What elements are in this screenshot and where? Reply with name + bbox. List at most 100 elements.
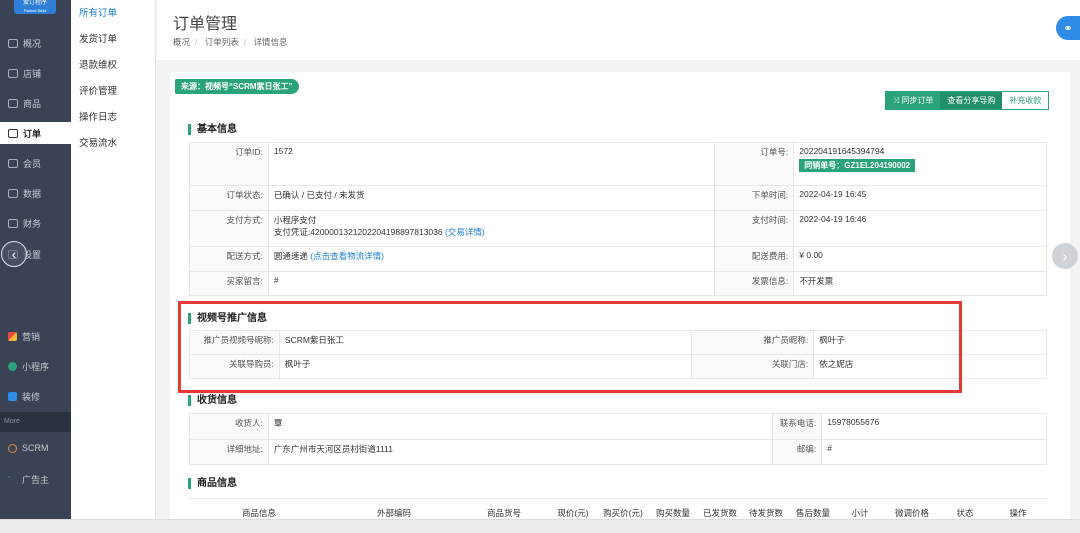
goods-col-adjust: 微调价格 — [883, 498, 941, 519]
goods-col-subtotal: 小计 — [837, 498, 883, 519]
zip-value: # — [821, 439, 1047, 465]
logistics-link[interactable]: (点击查看物流详情) — [310, 251, 384, 261]
sync-icon: ⤨ — [893, 95, 900, 105]
nav-item-members[interactable]: 会员 — [0, 152, 71, 174]
sync-order-button[interactable]: ⤨ 同步订单 — [886, 92, 941, 109]
goods-col-aftersale: 售后数量 — [789, 498, 837, 519]
receiver-phone-value: 15978055676 — [821, 413, 1047, 440]
submenu-refunds[interactable]: 退款维权 — [79, 57, 117, 71]
submenu-all-orders[interactable]: 所有订单 — [79, 5, 117, 19]
goods-col-pending: 待发货数 — [743, 498, 789, 519]
pay-voucher-value: 支付凭证:4200001321202204198897813036 — [273, 227, 443, 237]
scrm-icon — [8, 443, 17, 453]
section-receiver-title: 收货信息 — [188, 395, 237, 406]
section-goods-title: 商品信息 — [188, 478, 237, 489]
miniprogram-icon — [8, 361, 17, 371]
status-label: 订单状态: — [189, 185, 269, 211]
page-header: 订单管理 概况 / 订单列表 / 详情信息 ⚭ — [157, 0, 1080, 60]
order-submenu: 所有订单 发货订单 退款维权 评价管理 操作日志 交易流水 — [71, 0, 156, 519]
bag-icon — [8, 98, 18, 108]
breadcrumb: 概况 / 订单列表 / 详情信息 — [173, 37, 288, 47]
nav-item-goods[interactable]: 商品 — [0, 92, 71, 114]
pay-time-value: 2022-04-19 16:46 — [793, 210, 1047, 247]
invoice-label: 发票信息: — [714, 271, 795, 296]
order-no-value: 2022041916453947​94 — [799, 146, 885, 156]
goods-col-external-code: 外部编码 — [329, 498, 459, 519]
nav-item-data[interactable]: 数据 — [0, 182, 71, 204]
goods-col-status: 状态 — [941, 498, 989, 519]
pay-method-value: 小程序支付 — [273, 215, 317, 225]
order-id-value: 1572 — [267, 142, 716, 186]
goods-col-sku: 商品货号 — [459, 498, 549, 519]
page-title: 订单管理 — [173, 16, 238, 33]
pay-detail-link[interactable]: (交易详情) — [445, 227, 485, 237]
order-icon — [8, 128, 18, 138]
pay-method-cell: 小程序支付支付凭证:4200001321202204198897813036 (… — [267, 210, 716, 247]
fee-value: ¥ 0.00 — [793, 246, 1047, 272]
app-logo[interactable]: 爱订程序 Partner Beta — [14, 0, 56, 14]
nav-item-orders[interactable]: 订单 — [0, 122, 71, 144]
chart-icon — [8, 188, 18, 198]
share-float-button[interactable]: ⚭ — [1056, 16, 1080, 40]
delivery-label: 配送方式: — [189, 246, 269, 272]
created-value: 2022-04-19 16:45 — [793, 185, 1047, 211]
source-tag: 来源：视频号“SCRM紫日张工” — [175, 79, 299, 94]
submenu-transactions[interactable]: 交易流水 — [79, 135, 117, 149]
receiver-info-table: 收货人: 覃 联系电话: 15978055676 详细地址: 广东广州市天河区员… — [189, 413, 1047, 465]
breadcrumb-overview[interactable]: 概况 — [173, 37, 190, 47]
pay-method-label: 支付方式: — [189, 210, 269, 247]
delivery-value: 圆通速递 — [273, 251, 308, 261]
receiver-name-value: 覃 — [267, 413, 774, 440]
submenu-shipping-orders[interactable]: 发货订单 — [79, 31, 117, 45]
nav-item-finance[interactable]: 财务 — [0, 212, 71, 234]
goods-col-buy-price: 购买价(元) — [597, 498, 649, 519]
goods-col-actions: 操作 — [989, 498, 1047, 519]
receiver-phone-label: 联系电话: — [772, 413, 823, 440]
status-value: 已确认 / 已支付 / 未发货 — [267, 185, 716, 211]
created-label: 下单时间: — [714, 185, 795, 211]
view-share-guide-button[interactable]: 查看分享导购 — [940, 92, 1003, 109]
order-detail-card: 来源：视频号“SCRM紫日张工” ⤨ 同步订单 查看分享导购 补充收款 基本信息 … — [170, 72, 1070, 519]
supplement-payment-button[interactable]: 补充收款 — [1002, 92, 1049, 109]
order-no-label: 订单号: — [714, 142, 795, 186]
goods-col-shipped: 已发货数 — [697, 498, 743, 519]
order-id-label: 订单ID: — [189, 142, 269, 186]
advertiser-icon: ” — [8, 474, 11, 484]
goods-table: 商品信息 外部编码 商品货号 现价(元) 购买价(元) 购买数量 已发货数 待发… — [189, 498, 1047, 519]
nav-item-scrm[interactable]: SCRM — [0, 437, 71, 459]
share-icon: ⚭ — [1063, 22, 1073, 35]
nav-item-miniprogram[interactable]: 小程序 — [0, 355, 71, 377]
goods-col-info: 商品信息 — [189, 498, 329, 519]
sync-no-badge: 同销单号：GZ1EL204190002 — [799, 159, 916, 172]
receiver-name-label: 收货人: — [189, 413, 269, 440]
fee-label: 配送费用: — [714, 246, 795, 272]
nav-item-advertiser[interactable]: ” 广告主 — [0, 468, 71, 490]
address-value: 广东广州市天河区员村街道1111 — [267, 439, 774, 465]
nav-more-label: More — [0, 412, 71, 432]
nav-item-marketing[interactable]: 营销 — [0, 325, 71, 347]
zip-label: 邮编: — [772, 439, 823, 465]
highlight-box — [178, 301, 962, 393]
basic-info-table: 订单ID: 1572 订单号: 2022041916453947​94 同销单号：… — [189, 142, 1047, 296]
finance-icon — [8, 218, 18, 228]
breadcrumb-current: 详情信息 — [253, 37, 288, 47]
action-buttons: ⤨ 同步订单 查看分享导购 补充收款 — [885, 91, 1050, 110]
monitor-icon — [8, 38, 18, 48]
submenu-reviews[interactable]: 评价管理 — [79, 83, 117, 97]
delivery-cell: 圆通速递 (点击查看物流详情) — [267, 246, 716, 272]
member-icon — [8, 158, 18, 168]
remark-label: 买家留言: — [189, 271, 269, 296]
main-nav: 爱订程序 Partner Beta 概况 店铺 商品 订单 会员 数据 财务 设置… — [0, 0, 71, 519]
remark-value: # — [267, 271, 716, 296]
bottom-bar — [0, 519, 1080, 533]
nav-item-overview[interactable]: 概况 — [0, 32, 71, 54]
invoice-value: 不开发票 — [793, 271, 1047, 296]
nav-item-store[interactable]: 店铺 — [0, 62, 71, 84]
nav-item-decorate[interactable]: 装修 — [0, 385, 71, 407]
back-arrow-icon[interactable]: ‹ — [1, 241, 27, 267]
breadcrumb-order-list[interactable]: 订单列表 — [205, 37, 239, 47]
submenu-logs[interactable]: 操作日志 — [79, 109, 117, 123]
next-arrow-icon[interactable]: › — [1052, 243, 1078, 269]
goods-col-quantity: 购买数量 — [649, 498, 697, 519]
section-basic-title: 基本信息 — [188, 124, 237, 135]
